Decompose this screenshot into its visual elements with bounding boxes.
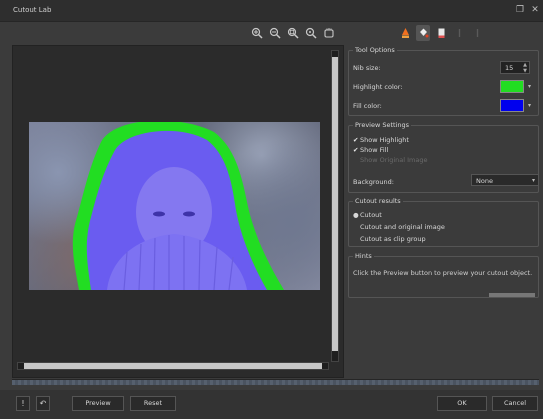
- reset-button[interactable]: Reset: [130, 396, 176, 411]
- horizontal-scrollbar[interactable]: [17, 362, 329, 370]
- fill-bucket-icon[interactable]: [416, 25, 430, 41]
- highlight-brush-icon[interactable]: [398, 25, 412, 41]
- hint-text: Click the Preview button to preview your…: [353, 269, 533, 277]
- hand-pan-icon[interactable]: [322, 27, 336, 41]
- highlight-color-dropdown-icon[interactable]: ▾: [528, 83, 531, 90]
- preview-button[interactable]: Preview: [72, 396, 124, 411]
- hints-panel: Hints Click the Preview button to previe…: [348, 252, 539, 298]
- cutout-and-original-radio[interactable]: Cutout and original image: [353, 223, 445, 231]
- restore-icon[interactable]: ❐: [515, 5, 525, 15]
- zoom-in-icon[interactable]: [250, 27, 264, 41]
- cutout-image[interactable]: [29, 122, 320, 290]
- preview-settings-legend: Preview Settings: [353, 121, 412, 129]
- highlight-color-label: Highlight color:: [353, 83, 403, 91]
- hint-scrollbar[interactable]: [489, 293, 535, 297]
- preview-settings-panel: Preview Settings ✔ Show Highlight ✔ Show F…: [348, 121, 539, 193]
- info-icon[interactable]: !: [16, 396, 30, 411]
- chevron-down-icon: ▾: [531, 177, 535, 184]
- ok-button[interactable]: OK: [437, 396, 487, 411]
- cutout-results-legend: Cutout results: [353, 197, 403, 205]
- background-label: Background:: [353, 178, 394, 186]
- background-select-value: None: [476, 177, 493, 185]
- zoom-out-icon[interactable]: [268, 27, 282, 41]
- tool-options-legend: Tool Options: [353, 46, 397, 54]
- eraser-icon[interactable]: [434, 25, 448, 41]
- highlight-color-swatch[interactable]: [500, 80, 524, 93]
- fill-color-swatch[interactable]: [500, 99, 524, 112]
- horizontal-scroll-thumb[interactable]: [24, 363, 322, 369]
- tool-icons: [398, 25, 484, 41]
- show-fill-checkbox[interactable]: ✔ Show Fill: [353, 146, 388, 154]
- reset-view-icon[interactable]: ↶: [36, 396, 50, 411]
- zoom-toolbar: [250, 27, 336, 41]
- window-title: Cutout Lab: [13, 6, 52, 14]
- redo-icon[interactable]: [470, 25, 484, 41]
- show-original-checkbox: Show Original Image: [360, 156, 428, 164]
- fill-color-dropdown-icon[interactable]: ▾: [528, 102, 531, 109]
- progress-strip: [12, 379, 539, 385]
- cutout-radio[interactable]: ●Cutout: [353, 211, 382, 219]
- show-highlight-checkbox[interactable]: ✔ Show Highlight: [353, 136, 409, 144]
- image-canvas[interactable]: [12, 45, 344, 378]
- vertical-scroll-thumb[interactable]: [332, 57, 338, 351]
- background-select[interactable]: None ▾: [471, 174, 539, 186]
- zoom-fit-icon[interactable]: [286, 27, 300, 41]
- cutout-results-panel: Cutout results ●Cutout Cutout and origin…: [348, 197, 539, 247]
- checkmark-icon: ✔: [353, 136, 359, 144]
- hints-legend: Hints: [353, 252, 374, 260]
- vertical-scrollbar[interactable]: [331, 50, 339, 362]
- close-icon[interactable]: ✕: [530, 5, 540, 15]
- undo-icon[interactable]: [452, 25, 466, 41]
- stepper-arrows-icon[interactable]: ▲ ▼: [523, 62, 527, 74]
- nib-size-stepper[interactable]: 15 ▲ ▼: [500, 61, 530, 74]
- title-bar: Cutout Lab ❐ ✕: [0, 0, 543, 22]
- cancel-button[interactable]: Cancel: [492, 396, 538, 411]
- checkmark-icon: ✔: [353, 146, 359, 154]
- radio-selected-icon: ●: [353, 211, 359, 219]
- cutout-clip-group-radio[interactable]: Cutout as clip group: [353, 235, 426, 243]
- nib-size-label: Nib size:: [353, 64, 381, 72]
- zoom-actual-icon[interactable]: [304, 27, 318, 41]
- tool-options-panel: Tool Options Nib size: 15 ▲ ▼ Highlight c…: [348, 46, 539, 116]
- bottom-bar: ! ↶ Preview Reset OK Cancel: [0, 390, 543, 419]
- nib-size-value: 15: [505, 64, 514, 72]
- fill-color-label: Fill color:: [353, 102, 382, 110]
